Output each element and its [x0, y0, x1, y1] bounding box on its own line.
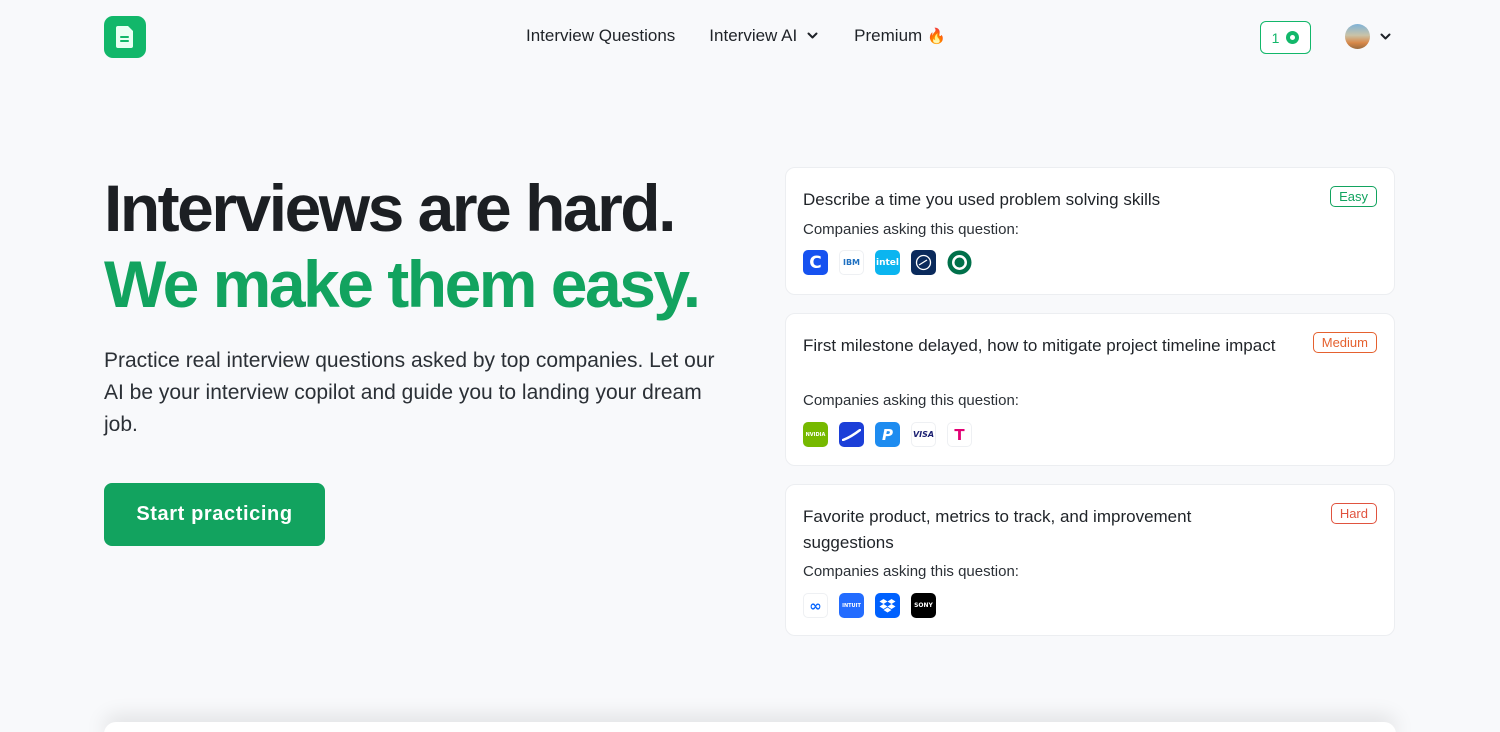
coinbase-logo: C: [803, 250, 828, 275]
nav-premium-label: Premium: [854, 26, 923, 45]
question-title: First milestone delayed, how to mitigate…: [803, 336, 1276, 355]
nvidia-logo: NVIDIA: [803, 422, 828, 447]
coin-icon: [1286, 31, 1300, 44]
question-card[interactable]: Favorite product, metrics to track, and …: [785, 484, 1395, 636]
difficulty-badge: Easy: [1330, 186, 1377, 207]
meta-logo: ∞: [803, 593, 828, 618]
company-logos: NVIDIA P VISA T: [803, 422, 972, 447]
question-title: Favorite product, metrics to track, and …: [803, 507, 1192, 552]
intel-logo: intel: [875, 250, 900, 275]
fire-icon: 🔥: [927, 28, 946, 45]
document-icon: [116, 26, 133, 48]
visa-logo: VISA: [911, 422, 936, 447]
hero-title-line1: Interviews are hard.: [104, 171, 676, 245]
companies-label: Companies asking this question:: [803, 221, 1019, 238]
avatar: [1345, 24, 1370, 49]
lufthansa-logo: [911, 250, 936, 275]
sony-logo: SONY: [911, 593, 936, 618]
hero-title-line2: We make them easy.: [104, 247, 701, 321]
t-mobile-logo: T: [947, 422, 972, 447]
credits-count: 1: [1271, 29, 1280, 46]
question-card[interactable]: First milestone delayed, how to mitigate…: [785, 313, 1395, 466]
start-practicing-button[interactable]: Start practicing: [104, 483, 325, 546]
user-menu[interactable]: [1345, 24, 1391, 49]
paypal-logo: P: [875, 422, 900, 447]
nav-interview-ai-label: Interview AI: [709, 26, 798, 45]
credits-button[interactable]: 1: [1260, 21, 1311, 54]
companies-label: Companies asking this question:: [803, 563, 1019, 580]
companies-label: Companies asking this question:: [803, 392, 1019, 409]
question-title: Describe a time you used problem solving…: [803, 190, 1161, 209]
question-card[interactable]: Describe a time you used problem solving…: [785, 167, 1395, 295]
chevron-down-icon: [807, 32, 818, 40]
app-logo[interactable]: [104, 16, 146, 58]
next-section-edge: [104, 722, 1396, 732]
airline-logo: [839, 422, 864, 447]
nav-interview-ai[interactable]: Interview AI: [709, 26, 818, 46]
company-logos: ∞ INTUIT SONY: [803, 593, 936, 618]
hero-subtitle: Practice real interview questions asked …: [104, 349, 715, 436]
company-logos: C IBM intel: [803, 250, 972, 275]
nav-premium[interactable]: Premium 🔥: [854, 26, 946, 46]
chevron-down-icon: [1380, 28, 1391, 46]
ibm-logo: IBM: [839, 250, 864, 275]
nav-interview-questions-label: Interview Questions: [526, 26, 676, 45]
nav-interview-questions[interactable]: Interview Questions: [526, 26, 675, 46]
top-nav-bar: Interview Questions Interview AI Premium…: [0, 0, 1500, 76]
difficulty-badge: Medium: [1312, 332, 1377, 353]
dropbox-logo: [875, 593, 900, 618]
difficulty-badge: Hard: [1330, 503, 1377, 524]
starbucks-logo: [947, 250, 972, 275]
main-nav: Interview Questions Interview AI Premium…: [526, 26, 946, 46]
intuit-logo: INTUIT: [839, 593, 864, 618]
